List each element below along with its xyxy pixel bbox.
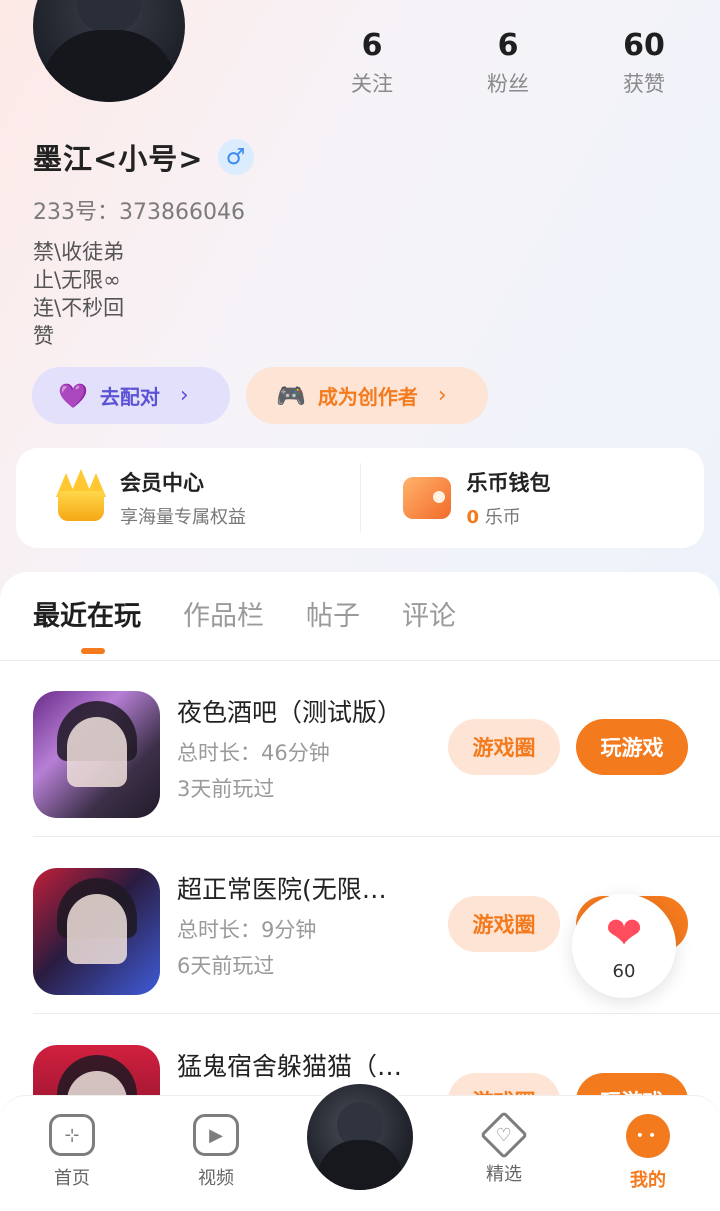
vip-subtitle: 享海量专属权益 [120,507,246,528]
play-game-button[interactable]: 玩游戏 [576,719,688,775]
tab-comments[interactable]: 评论 [402,594,456,633]
game-title: 夜色酒吧（测试版） [177,698,403,727]
stat-fans-label: 粉丝 [487,72,529,96]
profile-stats: 6 关注 6 粉丝 60 获赞 [304,26,712,98]
game-item[interactable]: 夜色酒吧（测试版） 总时长：46分钟 3天前玩过 游戏圈 玩游戏 [0,661,720,837]
row-divider [33,1013,720,1014]
stat-fans[interactable]: 6 粉丝 [440,26,576,98]
nav-video[interactable]: ▶ 视频 [166,1114,266,1190]
stat-fans-count: 6 [497,28,519,63]
tab-recent-play[interactable]: 最近在玩 [33,594,141,654]
avatar-body [41,30,177,102]
avatar [307,1084,413,1190]
tab-works[interactable]: 作品栏 [183,594,264,633]
game-title: 猛鬼宿舍躲猫猫（… [177,1052,403,1081]
stat-likes-label: 获赞 [623,72,665,96]
game-thumbnail[interactable] [33,868,160,995]
game-duration: 总时长：9分钟 [177,918,317,942]
chevron-right-icon: › [179,383,189,408]
nav-home-label: 首页 [54,1168,90,1189]
nickname: 墨江<小号> [33,142,204,176]
heart-pair-icon: 💜 [58,381,88,410]
wallet-icon [402,477,451,519]
game-circle-button[interactable]: 游戏圈 [448,896,560,952]
row-divider [33,836,720,837]
stat-likes[interactable]: 60 获赞 [576,26,712,98]
bio-line: 禁\收徒弟 [33,240,125,264]
stat-following-count: 6 [361,28,383,63]
nav-featured-label: 精选 [486,1164,522,1185]
creator-label: 成为创作者 [317,385,418,409]
bio: 禁\收徒弟 止\无限∞ 连\不秒回 赞 [33,238,124,350]
wallet-unit: 乐币 [484,507,521,528]
nickname-row: 墨江<小号> ♂ [33,136,254,178]
tab-posts[interactable]: 帖子 [306,594,360,633]
nav-me-label: 我的 [630,1170,666,1191]
chevron-right-icon: › [437,383,447,408]
vip-title: 会员中心 [120,471,204,495]
bio-line: 止\无限∞ [33,268,121,292]
game-duration: 总时长：46分钟 [177,741,330,765]
nav-featured[interactable]: ♡ 精选 [454,1110,554,1186]
pair-label: 去配对 [99,385,160,409]
nav-video-label: 视频 [198,1168,234,1189]
stat-following[interactable]: 6 关注 [304,26,440,98]
game-last-played: 3天前玩过 [177,777,275,801]
male-icon: ♂ [217,139,254,175]
game-title: 超正常医院(无限… [177,875,387,904]
game-last-played: 6天前玩过 [177,954,275,978]
face-icon: •• [626,1114,670,1158]
crown-icon [54,469,108,523]
gamepad-icon: ⊹ [49,1114,95,1156]
bio-line: 赞 [33,324,54,348]
member-wallet-card: 会员中心 享海量专属权益 乐币钱包 0 乐币 [16,448,704,548]
user-id: 233号：373866046 [33,200,245,225]
vip-center-entry[interactable]: 会员中心 享海量专属权益 [16,448,360,548]
nav-center-avatar[interactable] [303,1080,417,1194]
wallet-balance: 0 乐币 [467,503,551,529]
play-icon: ▶ [193,1114,239,1156]
become-creator-button[interactable]: 🎮 成为创作者 › [246,367,488,424]
diamond-heart-icon: ♡ [479,1110,529,1160]
game-circle-button[interactable]: 游戏圈 [448,719,560,775]
profile-tabs: 最近在玩 作品栏 帖子 评论 [33,594,498,654]
heart-icon: ❤ [605,907,643,959]
pair-button[interactable]: 💜 去配对 › [32,367,230,424]
like-count: 60 [612,960,636,982]
game-thumbnail[interactable] [33,691,160,818]
bio-line: 连\不秒回 [33,296,125,320]
stat-following-label: 关注 [351,72,393,96]
floating-like-button[interactable]: ❤ 60 [572,894,676,998]
wallet-entry[interactable]: 乐币钱包 0 乐币 [361,448,705,548]
nav-home[interactable]: ⊹ 首页 [22,1114,122,1190]
avatar-face [77,0,141,34]
gamepad-icon: 🎮 [276,381,306,410]
wallet-title: 乐币钱包 [466,471,551,495]
nav-me[interactable]: •• 我的 [598,1114,698,1192]
profile-avatar[interactable] [33,0,185,102]
wallet-amount: 0 [466,507,480,528]
stat-likes-count: 60 [623,28,665,63]
